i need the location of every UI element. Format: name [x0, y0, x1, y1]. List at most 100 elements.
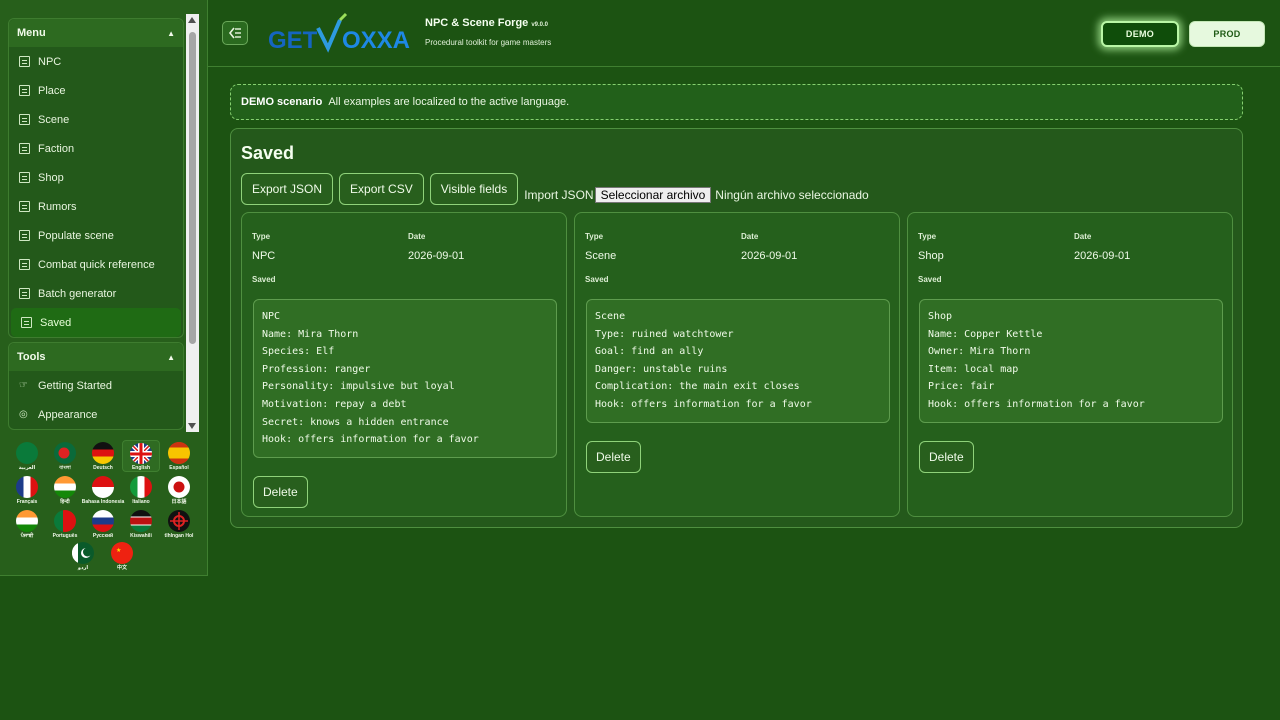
date-label: Date — [741, 232, 759, 241]
sidebar-item-batch-generator[interactable]: Batch generator — [9, 279, 183, 308]
sidebar-item-label: Batch generator — [38, 287, 117, 300]
content-line: Complication: the main exit closes — [595, 381, 800, 393]
import-json-label: Import JSON — [524, 188, 594, 202]
sidebar-item-faction[interactable]: Faction — [9, 134, 183, 163]
date-label: Date — [1074, 232, 1092, 241]
flag-icon — [16, 476, 38, 498]
language-option[interactable]: Português — [46, 508, 84, 540]
sidebar-item-npc[interactable]: NPC — [9, 47, 183, 76]
palette-icon: ◎ — [19, 409, 28, 420]
saved-label: Saved — [585, 275, 609, 284]
content-line: Scene — [595, 311, 626, 322]
flag-icon — [92, 442, 114, 464]
sidebar-item-label: Populate scene — [38, 229, 114, 242]
language-option[interactable]: ★ 中文 — [103, 540, 141, 572]
flag-icon — [16, 510, 38, 532]
flag-icon — [92, 510, 114, 532]
language-option[interactable]: Русский — [84, 508, 122, 540]
sidebar-item-place[interactable]: Place — [9, 76, 183, 105]
sidebar-item-saved[interactable]: Saved — [11, 308, 181, 337]
scrollbar-thumb[interactable] — [189, 32, 196, 344]
saved-card: Type Date Scene 2026-09-01 Saved Scene Type: r… — [574, 212, 900, 517]
sidebar-item-rumors[interactable]: Rumors — [9, 192, 183, 221]
language-option[interactable]: العربية — [8, 440, 46, 472]
language-label: Português — [52, 533, 78, 539]
sidebar-item-label: Saved — [40, 316, 72, 329]
flag-icon — [130, 476, 152, 498]
prod-env-button[interactable]: PROD — [1189, 21, 1265, 47]
card-date-value: 2026-09-01 — [741, 250, 798, 262]
tools-section-header[interactable]: Tools ▲ — [9, 343, 183, 371]
collapse-sidebar-button[interactable] — [222, 21, 248, 45]
language-option[interactable]: tlhIngan Hol — [160, 508, 198, 540]
document-icon — [19, 288, 30, 299]
language-option[interactable]: বাংলা — [46, 440, 84, 472]
delete-button[interactable]: Delete — [253, 475, 308, 508]
type-label: Type — [585, 232, 604, 241]
saved-content-block: NPC Name: Mira Thorn Species: Elf Professio… — [253, 299, 557, 458]
language-label: Deutsch — [93, 465, 113, 471]
caret-up-icon: ▲ — [167, 352, 175, 362]
scroll-down-arrow-icon[interactable] — [188, 423, 196, 429]
language-label: English — [131, 465, 151, 471]
visible-fields-button[interactable]: Visible fields — [429, 173, 519, 205]
sidebar-item-label: Getting Started — [38, 379, 112, 392]
content-line: NPC — [262, 311, 281, 322]
sidebar-item-label: Shop — [38, 171, 64, 184]
content-line: Danger: unstable ruins — [595, 363, 728, 375]
language-option[interactable]: Français — [8, 474, 46, 506]
choose-file-button[interactable]: Seleccionar archivo — [594, 187, 712, 203]
scroll-up-arrow-icon[interactable] — [188, 17, 196, 23]
caret-up-icon: ▲ — [167, 28, 175, 38]
sidebar-scrollbar[interactable] — [186, 14, 199, 432]
export-json-button[interactable]: Export JSON — [241, 173, 334, 205]
sidebar-item-populate-scene[interactable]: Populate scene — [9, 221, 183, 250]
sidebar-item-appearance[interactable]: ◎ Appearance — [9, 400, 183, 429]
language-option[interactable]: Italiano — [122, 474, 160, 506]
document-icon — [19, 259, 30, 270]
flag-icon — [54, 510, 76, 532]
language-option[interactable]: Kiswahili — [122, 508, 160, 540]
document-icon — [19, 56, 30, 67]
demo-env-button[interactable]: DEMO — [1101, 21, 1179, 47]
delete-button[interactable]: Delete — [919, 440, 974, 473]
delete-button[interactable]: Delete — [586, 440, 641, 473]
saved-card: Type Date Shop 2026-09-01 Saved Shop Name: Cop… — [907, 212, 1233, 517]
sidebar-item-shop[interactable]: Shop — [9, 163, 183, 192]
language-label: ਪੰਜਾਬੀ — [20, 533, 34, 539]
app-logo: GET OXXA — [268, 12, 413, 54]
language-option[interactable]: Español — [160, 440, 198, 472]
language-option[interactable]: ਪੰਜਾਬੀ — [8, 508, 46, 540]
sidebar-item-getting-started[interactable]: ☞ Getting Started — [9, 371, 183, 400]
language-option[interactable]: Bahasa Indonesia — [82, 474, 124, 506]
content-line: Hook: offers information for a favor — [262, 434, 479, 446]
sidebar-scroll-area[interactable]: Menu ▲ NPC Place Scene Faction Shop Rumors Pop… — [8, 18, 184, 430]
saved-panel: Saved Export JSON Export CSV Visible fie… — [230, 128, 1243, 528]
saved-card: Type Date NPC 2026-09-01 Saved NPC Name: Mira … — [241, 212, 567, 517]
content-line: Hook: offers information for a favor — [928, 398, 1145, 410]
language-option[interactable]: हिन्दी — [46, 474, 84, 506]
document-icon — [19, 143, 30, 154]
language-option[interactable]: اردو — [64, 540, 102, 572]
sidebar-item-label: Appearance — [38, 408, 98, 421]
language-label: Kiswahili — [130, 533, 152, 539]
card-type-value: NPC — [252, 250, 276, 262]
sidebar-item-label: Place — [38, 84, 66, 97]
export-csv-button[interactable]: Export CSV — [339, 173, 424, 205]
content-line: Secret: knows a hidden entrance — [262, 416, 449, 428]
import-json-group: Import JSON Seleccionar archivo Ningún a… — [524, 187, 869, 203]
language-label: اردو — [77, 565, 89, 571]
content-line: Name: Mira Thorn — [262, 328, 359, 340]
demo-scenario-banner: DEMO scenario All examples are localized… — [230, 84, 1243, 120]
sidebar-item-scene[interactable]: Scene — [9, 105, 183, 134]
content-line: Goal: find an ally — [595, 346, 704, 358]
language-label: العربية — [18, 465, 36, 471]
language-option[interactable]: Deutsch — [84, 440, 122, 472]
sidebar-item-label: Rumors — [38, 200, 77, 213]
content-line: Name: Copper Kettle — [928, 328, 1043, 340]
language-option[interactable]: English — [122, 440, 160, 472]
sidebar-item-combat-quick-reference[interactable]: Combat quick reference — [9, 250, 183, 279]
content-line: Price: fair — [928, 381, 995, 393]
language-option[interactable]: 日本語 — [160, 474, 198, 506]
menu-section-header[interactable]: Menu ▲ — [9, 19, 183, 47]
